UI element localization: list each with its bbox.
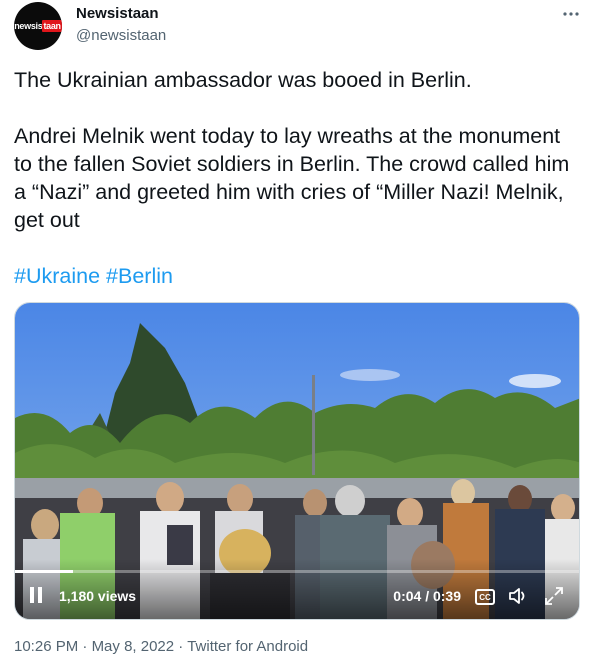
tweet-time[interactable]: 10:26 PM [14, 638, 78, 655]
closed-captions-button[interactable]: CC [475, 589, 495, 605]
fullscreen-button[interactable] [543, 585, 565, 607]
tweet-card[interactable]: newsis taan Newsistaan @newsistaan The Uk… [0, 0, 597, 664]
tweet-text-line1: The Ukrainian ambassador was booed in Be… [14, 68, 472, 92]
video-progress-bar[interactable] [15, 570, 579, 573]
hashtag-ukraine[interactable]: #Ukraine [14, 264, 100, 288]
video-progress-fill [15, 570, 73, 573]
avatar-logo-text-red: taan [42, 20, 62, 32]
fullscreen-icon [545, 587, 563, 605]
meta-separator-2: · [178, 638, 184, 655]
pause-icon [30, 587, 42, 603]
avatar-logo-text: newsis [14, 21, 43, 31]
author-handle[interactable]: @newsistaan [76, 27, 166, 44]
video-player[interactable]: 1,180 views 0:04 / 0:39 CC [14, 302, 580, 620]
meta-separator: · [82, 638, 88, 655]
tweet-date[interactable]: May 8, 2022 [92, 638, 175, 655]
tweet-meta: 10:26 PM · May 8, 2022 · Twitter for And… [14, 638, 308, 655]
more-options-button[interactable] [559, 2, 583, 26]
pause-button[interactable] [27, 585, 47, 605]
avatar-logo: newsis taan [14, 20, 62, 32]
tweet-text-line2: Andrei Melnik went today to lay wreaths … [14, 124, 570, 232]
hashtag-row: #Ukraine #Berlin [14, 262, 173, 290]
more-icon [563, 12, 579, 16]
tweet-text: The Ukrainian ambassador was booed in Be… [14, 66, 582, 234]
volume-button[interactable] [507, 585, 529, 607]
tweet-source[interactable]: Twitter for Android [187, 638, 308, 655]
video-timestamp: 0:04 / 0:39 [393, 588, 461, 604]
closed-captions-icon: CC [479, 592, 491, 602]
author-display-name[interactable]: Newsistaan [76, 5, 159, 22]
view-count: 1,180 views [59, 588, 137, 604]
volume-icon [509, 588, 525, 604]
avatar[interactable]: newsis taan [14, 2, 62, 50]
hashtag-berlin[interactable]: #Berlin [106, 264, 173, 288]
